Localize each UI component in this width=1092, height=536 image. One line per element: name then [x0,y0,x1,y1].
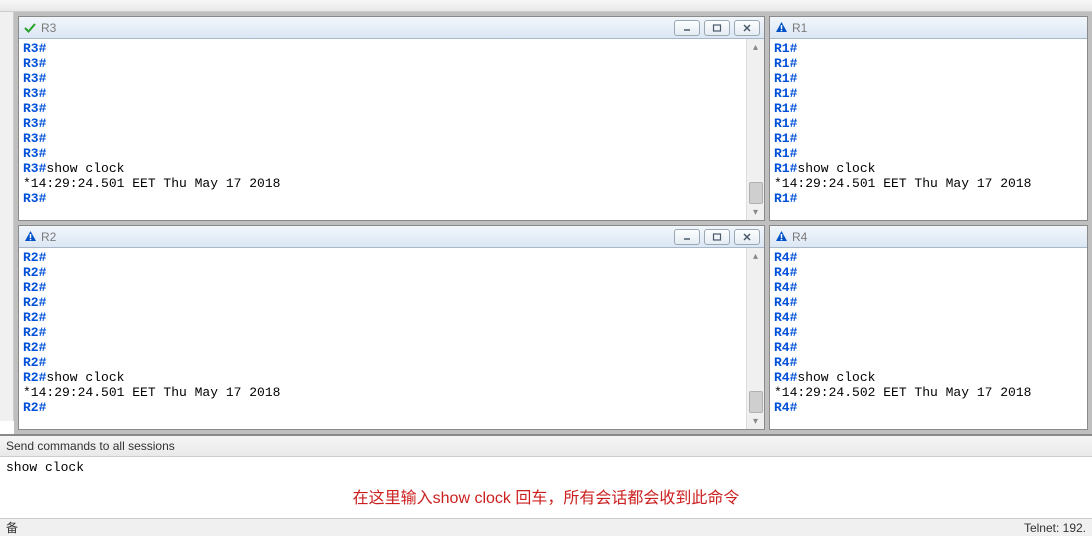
status-right: Telnet: 192. [1024,521,1086,535]
pane-title: R2 [41,230,56,244]
status-warn-icon [774,230,788,244]
vertical-scrollbar[interactable]: ▴ ▾ [746,248,764,429]
status-ok-icon [23,21,37,35]
terminal-output-r1[interactable]: R1# R1# R1# R1# R1# R1# R1# R1# R1#show … [770,39,1087,220]
close-button[interactable] [734,229,760,245]
window-controls [674,229,760,245]
terminal-output-r2[interactable]: R2# R2# R2# R2# R2# R2# R2# R2# R2#show … [19,248,746,429]
left-gutter [0,12,14,421]
vertical-scrollbar[interactable]: ▴ ▾ [746,39,764,220]
scroll-thumb[interactable] [749,391,763,413]
workspace-grid: R3 R3# R3# R3# R3# R3# R3# R3# R3# R3#sh… [14,12,1092,434]
close-button[interactable] [734,20,760,36]
terminal-output-r3[interactable]: R3# R3# R3# R3# R3# R3# R3# R3# R3#show … [19,39,746,220]
annotation-text: 在这里输入show clock 回车，所有会话都会收到此命令 [0,478,1092,518]
scroll-thumb[interactable] [749,182,763,204]
terminal-output-r4[interactable]: R4# R4# R4# R4# R4# R4# R4# R4# R4#show … [770,248,1087,429]
send-commands-panel: Send commands to all sessions 在这里输入show … [0,434,1092,518]
pane-title: R1 [792,21,807,35]
pane-header-r1[interactable]: R1 [770,17,1087,39]
pane-r2: R2 R2# R2# R2# R2# R2# R2# R2# R2# R2#sh… [18,225,765,430]
scroll-track[interactable] [748,55,764,204]
status-bar: 备 Telnet: 192. [0,518,1092,536]
maximize-button[interactable] [704,229,730,245]
scroll-track[interactable] [748,264,764,413]
scroll-down-icon[interactable]: ▾ [748,204,764,220]
maximize-button[interactable] [704,20,730,36]
pane-r1: R1 R1# R1# R1# R1# R1# R1# R1# R1# R1#sh… [769,16,1088,221]
pane-header-r3[interactable]: R3 [19,17,764,39]
send-commands-input[interactable] [0,457,1092,478]
status-left: 备 [6,519,18,536]
scroll-up-icon[interactable]: ▴ [748,39,764,55]
pane-r3: R3 R3# R3# R3# R3# R3# R3# R3# R3# R3#sh… [18,16,765,221]
status-warn-icon [23,230,37,244]
scroll-down-icon[interactable]: ▾ [748,413,764,429]
minimize-button[interactable] [674,229,700,245]
pane-r4: R4 R4# R4# R4# R4# R4# R4# R4# R4# R4#sh… [769,225,1088,430]
minimize-button[interactable] [674,20,700,36]
pane-title: R4 [792,230,807,244]
pane-title: R3 [41,21,56,35]
top-toolbar [0,0,1092,12]
pane-header-r4[interactable]: R4 [770,226,1087,248]
send-commands-label: Send commands to all sessions [0,436,1092,457]
scroll-up-icon[interactable]: ▴ [748,248,764,264]
window-controls [674,20,760,36]
pane-header-r2[interactable]: R2 [19,226,764,248]
status-warn-icon [774,21,788,35]
